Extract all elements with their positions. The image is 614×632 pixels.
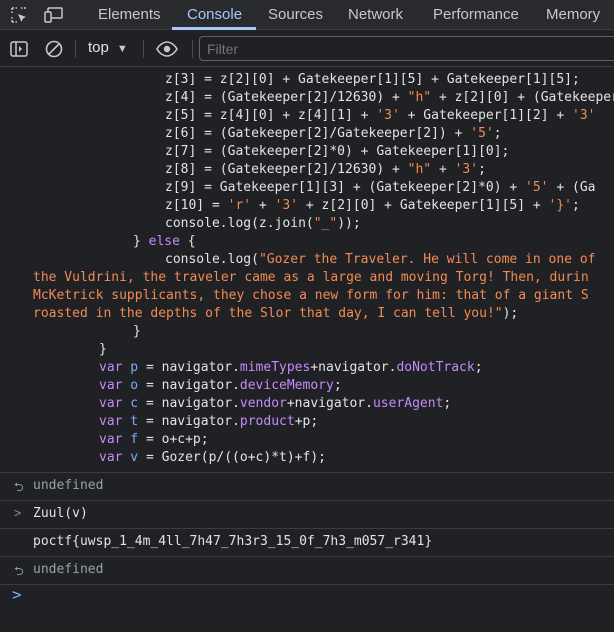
code-line: z[8] = (Gatekeeper[2]/12630) + "h" + '3'… (165, 162, 486, 177)
tab-console[interactable]: Console (187, 0, 242, 29)
code-line: z[3] = z[2][0] + Gatekeeper[1][5] + Gate… (165, 72, 580, 87)
code-line: } (99, 342, 107, 357)
code-line: z[7] = (Gatekeeper[2]*0) + Gatekeeper[1]… (165, 144, 510, 159)
live-expression-eye-icon[interactable] (155, 39, 179, 59)
result-value: undefined (33, 478, 104, 493)
code-line: z[4] = (Gatekeeper[2]/12630) + "h" + z[2… (165, 90, 614, 105)
console-prompt-row[interactable] (0, 584, 614, 632)
console-result-row: ⮌ undefined (0, 472, 614, 500)
code-line: z[10] = 'r' + '3' + z[2][0] + Gatekeeper… (165, 198, 580, 213)
sidebar-toggle-icon[interactable] (9, 39, 29, 59)
tab-elements[interactable]: Elements (98, 0, 161, 29)
context-selector[interactable]: top ▼ (88, 39, 128, 56)
chevron-down-icon: ▼ (116, 43, 128, 55)
code-line: console.log(z.join("_")); (165, 216, 361, 231)
result-arrow-icon: ⮌ (14, 480, 24, 494)
code-line: var v = Gozer(p/((o+c)*t)+f); (99, 450, 326, 465)
result-value: undefined (33, 562, 104, 577)
code-line: the Vuldrini, the traveler came as a lar… (33, 270, 589, 285)
flag-output: poctf{uwsp_1_4m_4ll_7h47_7h3r3_15_0f_7h3… (33, 534, 433, 549)
input-command: Zuul(v) (33, 506, 88, 521)
prompt-chevron-icon: > (12, 585, 22, 604)
inspect-element-icon[interactable] (10, 6, 28, 24)
tab-network[interactable]: Network (348, 0, 403, 29)
console-code-block: z[3] = z[2][0] + Gatekeeper[1][5] + Gate… (0, 67, 614, 471)
context-label: top (88, 39, 109, 56)
code-line: var t = navigator.product+p; (99, 414, 319, 429)
code-line: console.log("Gozer the Traveler. He will… (165, 252, 596, 267)
toolbar-divider (143, 40, 144, 58)
device-toolbar-icon[interactable] (44, 6, 63, 24)
code-line: } else { (133, 234, 196, 249)
code-line: var c = navigator.vendor+navigator.userA… (99, 396, 452, 411)
code-line: var o = navigator.deviceMemory; (99, 378, 342, 393)
console-toolbar: top ▼ (0, 31, 614, 67)
result-arrow-icon: ⮌ (14, 564, 24, 578)
chevron-right-icon: > (14, 506, 22, 520)
code-line: z[5] = z[4][0] + z[4][1] + '3' + Gatekee… (165, 108, 596, 123)
tab-sources[interactable]: Sources (268, 0, 323, 29)
code-line: McKetrick supplicants, they chose a new … (33, 288, 589, 303)
console-output-row: poctf{uwsp_1_4m_4ll_7h47_7h3r3_15_0f_7h3… (0, 528, 614, 556)
active-tab-indicator (172, 27, 256, 30)
toolbar-divider (192, 40, 193, 58)
code-line: var f = o+c+p; (99, 432, 209, 447)
console-input-row: > Zuul(v) (0, 500, 614, 528)
code-line: z[9] = Gatekeeper[1][3] + (Gatekeeper[2]… (165, 180, 596, 195)
code-line: } (133, 324, 141, 339)
devtools-tabbar: Elements Console Sources Network Perform… (0, 0, 614, 30)
clear-console-icon[interactable] (44, 39, 64, 59)
tab-memory[interactable]: Memory (546, 0, 600, 29)
toolbar-divider (75, 40, 76, 58)
console-result-row: ⮌ undefined (0, 556, 614, 584)
code-line: var p = navigator.mimeTypes+navigator.do… (99, 360, 483, 375)
code-line: z[6] = (Gatekeeper[2]/Gatekeeper[2]) + '… (165, 126, 502, 141)
tab-performance[interactable]: Performance (433, 0, 519, 29)
code-line: roasted in the depths of the Slor that d… (33, 306, 519, 321)
filter-input[interactable] (199, 36, 614, 61)
